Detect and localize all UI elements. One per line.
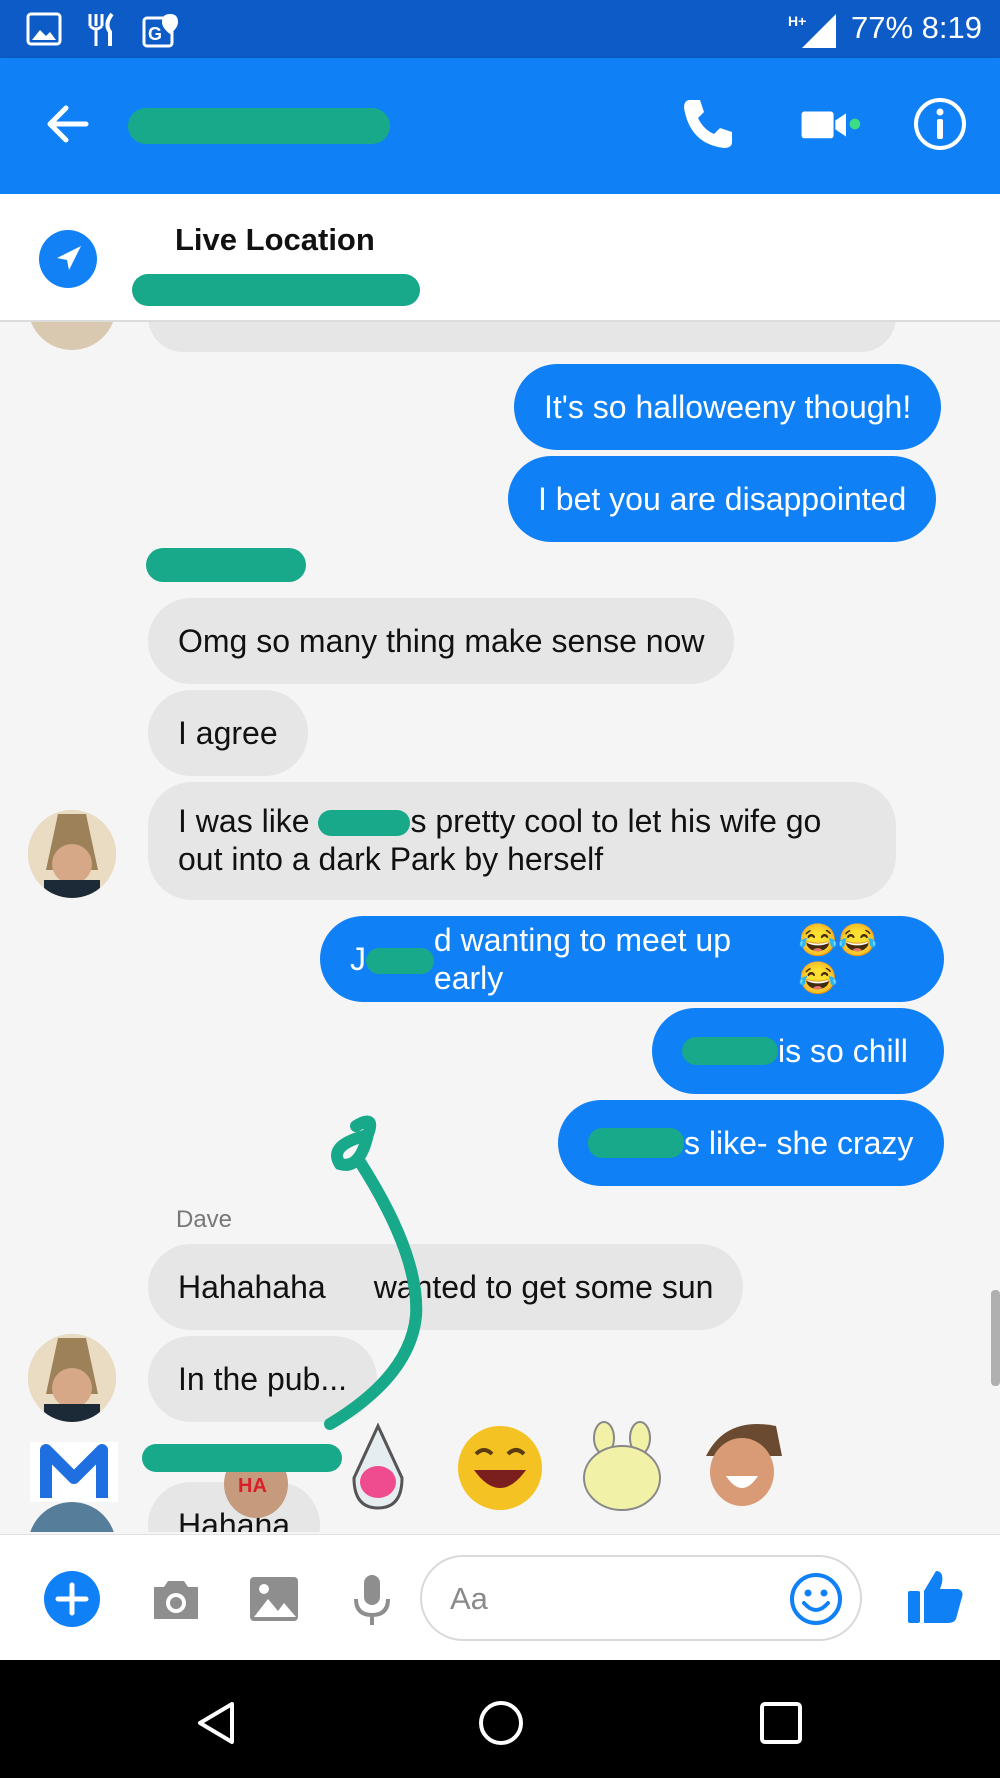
online-indicator [849, 118, 861, 130]
camera-icon[interactable] [148, 1571, 204, 1627]
redacted-contact-name [128, 108, 390, 144]
scrollbar[interactable] [991, 1290, 1000, 1386]
message-bubble: s like- she crazy [558, 1100, 944, 1186]
redaction-scribble [324, 1115, 423, 1430]
redacted-name [366, 948, 434, 974]
info-icon[interactable] [908, 92, 972, 156]
maps-notification-icon: G [142, 14, 178, 48]
video-camera-icon[interactable] [798, 92, 862, 156]
arrow-left-icon[interactable] [36, 92, 100, 156]
redacted-location-subtitle [132, 274, 420, 306]
signal-icon: H+ [788, 13, 836, 48]
redacted-name [588, 1128, 684, 1158]
redacted-name [318, 810, 411, 836]
messenger-m-logo [30, 1442, 118, 1502]
recents-square-icon[interactable] [756, 1698, 806, 1748]
svg-text:H+: H+ [788, 13, 806, 29]
message-bubble: I was like s pretty cool to let his wife… [148, 782, 896, 900]
avatar[interactable] [28, 1502, 116, 1532]
sender-name: Dave [176, 1206, 233, 1233]
conversation-header [0, 58, 1000, 194]
thumbs-up-icon[interactable] [904, 1567, 964, 1627]
message-input[interactable]: Aa [420, 1555, 862, 1641]
laughing-warrior-sticker[interactable] [696, 1416, 792, 1512]
status-bar: G H+ 77% 8:19 [0, 0, 1000, 58]
live-location-title: Live Location [175, 222, 375, 257]
avatar[interactable] [28, 1334, 116, 1422]
restaurant-notification-icon [88, 12, 114, 46]
navigation-arrow-icon [57, 246, 81, 270]
home-circle-icon[interactable] [476, 1698, 526, 1748]
message-bubble: is so chill [652, 1008, 944, 1094]
message-input-placeholder: Aa [450, 1581, 488, 1616]
phone-icon[interactable] [676, 92, 740, 156]
message-bubble: I bet you are disappointed [508, 456, 937, 542]
laughing-emoji-sticker[interactable] [452, 1420, 548, 1516]
live-location-banner[interactable]: Live Location [0, 194, 1000, 322]
smiley-icon[interactable] [788, 1571, 844, 1627]
battery-level: 77% [850, 10, 914, 45]
plus-icon[interactable] [44, 1571, 100, 1627]
redacted-name [682, 1037, 778, 1065]
redacted-sender-name [146, 548, 306, 582]
avatar[interactable] [28, 322, 116, 350]
laughing-bunny-sticker[interactable] [574, 1420, 670, 1516]
svg-text:HA: HA [238, 1475, 267, 1497]
gallery-notification-icon [26, 12, 62, 46]
clock: 8:19 [921, 10, 982, 45]
avatar[interactable] [28, 810, 116, 898]
eiffel-tower-photo [28, 1334, 116, 1422]
system-nav-bar [0, 1660, 1000, 1778]
message-bubble: I agree [148, 690, 308, 776]
message-composer: Aa [0, 1534, 1000, 1661]
microphone-icon[interactable] [344, 1571, 400, 1627]
message-bubble [148, 322, 896, 352]
redaction-mark [142, 1444, 342, 1472]
svg-text:G: G [148, 24, 162, 44]
message-bubble: Omg so many thing make sense now [148, 598, 735, 684]
back-triangle-icon[interactable] [192, 1698, 242, 1748]
eiffel-tower-photo [28, 810, 116, 898]
image-icon[interactable] [246, 1571, 302, 1627]
message-bubble: Jd wanting to meet up early 😂😂😂 [320, 916, 944, 1002]
message-list[interactable]: It's so halloweeny though! I bet you are… [0, 322, 1000, 1532]
message-bubble: It's so halloweeny though! [514, 364, 942, 450]
message-bubble: Hahahaha wanted to get some sun [148, 1244, 744, 1330]
